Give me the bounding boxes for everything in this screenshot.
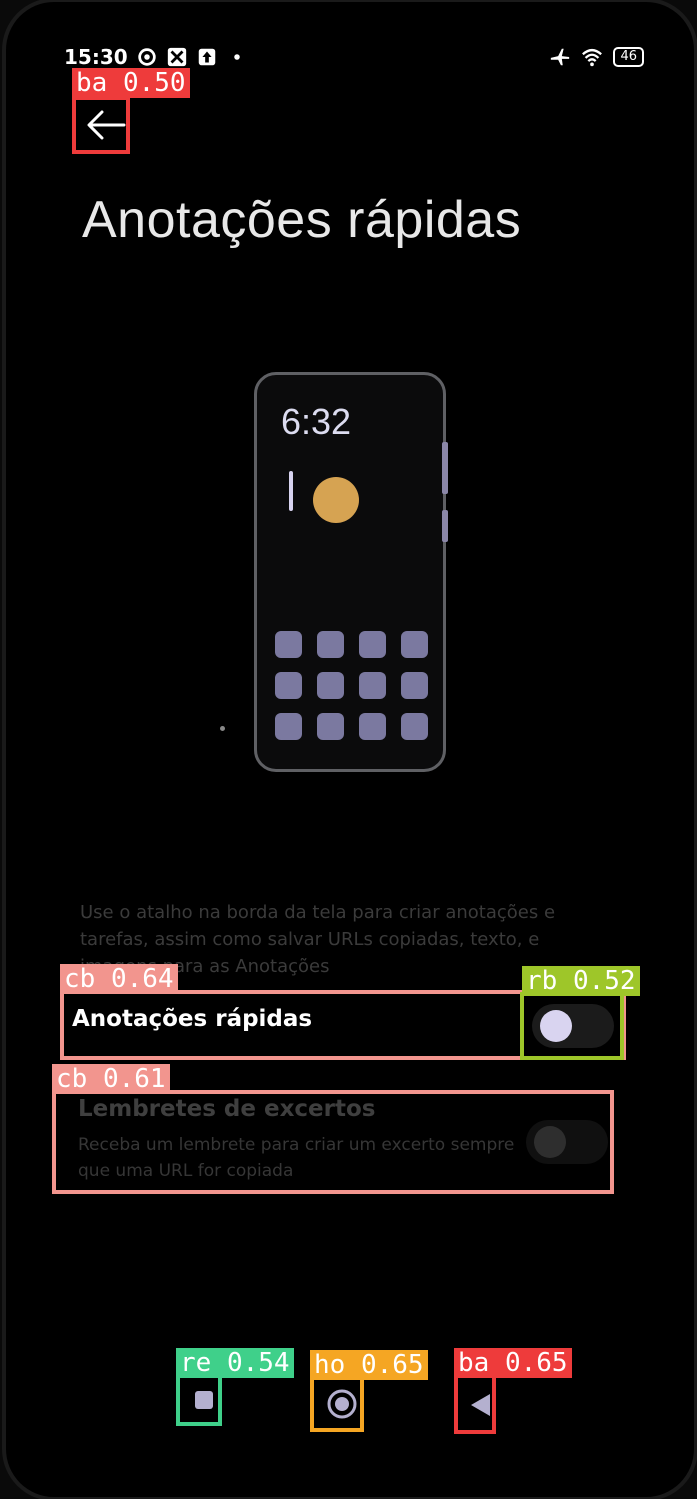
dot-icon [233,54,240,60]
app-tile [401,713,428,740]
phone-screen: 15:30 46 Anotações rápidas 6:32 Use o at… [6,2,694,1497]
illustration-clock: 6:32 [281,401,352,442]
illustration-cursor [289,471,293,511]
app-tile [275,713,302,740]
detection-label-recents: re 0.54 [176,1348,294,1378]
app-tile [275,631,302,658]
detection-box-recents [176,1374,222,1426]
app-tile [317,631,344,658]
phone-illustration: 6:32 [254,372,446,772]
vpn-icon [167,47,186,67]
illustration-side-button-bottom [442,510,448,542]
illustration-side-button-top [442,442,448,494]
detection-box-home [310,1376,364,1432]
app-tile [359,631,386,658]
airplane-icon [551,48,570,66]
detection-label-excerpt-row: cb 0.61 [52,1064,170,1094]
illustration-circle [313,477,359,523]
detection-box-back-nav [454,1374,496,1434]
app-tile [317,713,344,740]
wifi-icon [582,48,603,67]
detection-box-back-top [72,96,130,154]
app-tile [359,713,386,740]
battery-icon: 46 [613,47,644,67]
app-tile [275,672,302,699]
page-title: Anotações rápidas [82,191,522,249]
decorative-dot [220,726,225,731]
detection-box-quick-notes-toggle [520,992,624,1060]
upload-icon [198,48,215,66]
detection-label-quick-notes-toggle: rb 0.52 [522,966,640,996]
app-tile [401,631,428,658]
illustration-app-grid [275,631,428,740]
status-time: 15:30 [64,45,128,69]
detection-label-back-top: ba 0.50 [72,68,190,98]
detection-box-excerpt-row [52,1090,614,1194]
detection-label-quick-notes-row: cb 0.64 [60,964,178,994]
app-tile [317,672,344,699]
app-tile [401,672,428,699]
detection-label-home: ho 0.65 [310,1350,428,1380]
detection-label-back-nav: ba 0.65 [454,1348,572,1378]
gear-icon [137,48,156,66]
app-tile [359,672,386,699]
